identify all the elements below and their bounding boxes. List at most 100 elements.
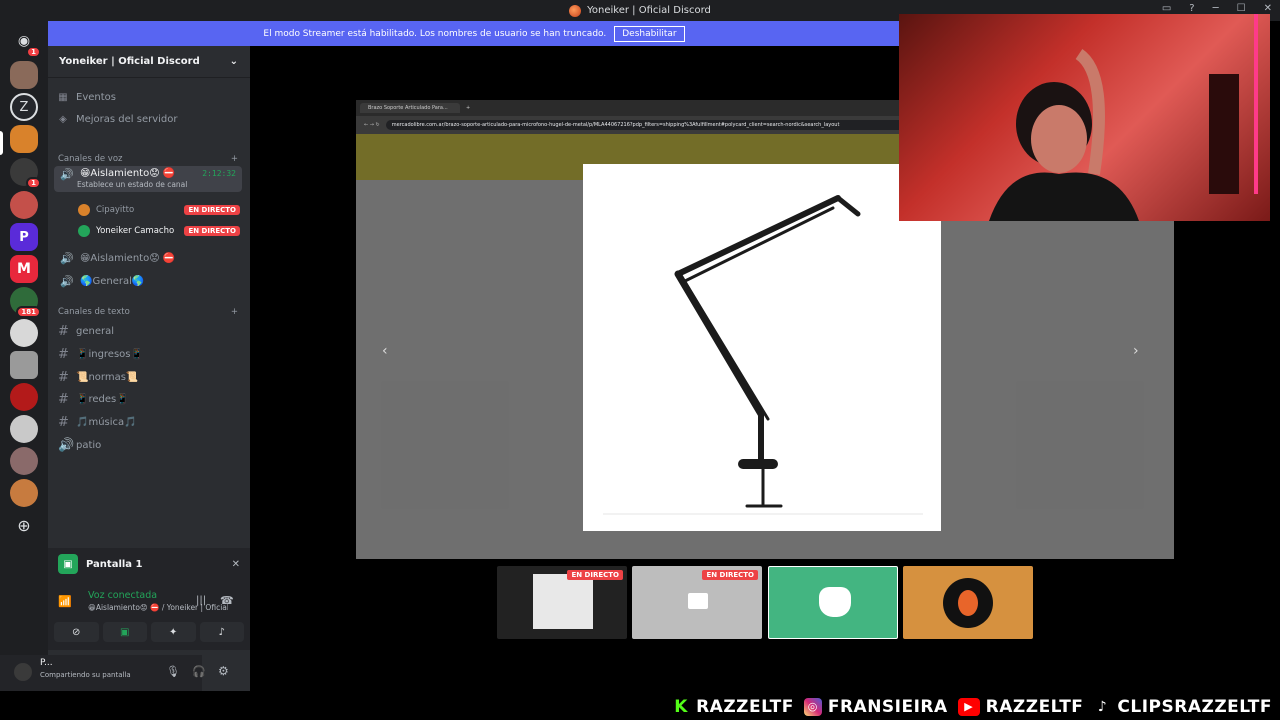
previous-arrow-icon[interactable]: ‹ xyxy=(382,343,388,359)
boost-label: Mejoras del servidor xyxy=(76,114,178,125)
minimize-icon[interactable]: ─ xyxy=(1213,3,1219,14)
hash-icon: # xyxy=(58,415,69,430)
screen-icon xyxy=(688,593,708,609)
boost-link[interactable]: ◈ Mejoras del servidor xyxy=(58,114,178,125)
server-icon[interactable]: 1 xyxy=(10,158,41,189)
server-icon-active[interactable] xyxy=(10,125,38,153)
headphones-icon[interactable]: 🎧 xyxy=(192,665,206,678)
voice-channel-active[interactable]: 🔊 😁Aislamiento😟 ⛔ Establece un estado de… xyxy=(54,166,242,192)
screen-share-icon[interactable]: ▣ xyxy=(102,622,147,642)
hash-icon: # xyxy=(58,370,69,385)
member-name: Yoneiker Camacho xyxy=(96,226,175,236)
add-server-icon[interactable]: ⊕ xyxy=(10,511,38,539)
text-channel[interactable]: # 📱redes📱 xyxy=(58,392,129,407)
maximize-icon[interactable]: ☐ xyxy=(1237,3,1246,14)
thumbnail-preview xyxy=(533,574,593,629)
new-tab-icon[interactable]: + xyxy=(466,105,470,111)
live-badge: EN DIRECTO xyxy=(567,570,623,580)
hash-icon: # xyxy=(58,347,69,362)
voice-category[interactable]: Canales de voz + xyxy=(58,154,238,164)
server-icon[interactable]: 181 xyxy=(10,287,41,318)
server-icon-z[interactable]: Z xyxy=(10,93,38,121)
server-list: ◉ 1 Z 1 P M 181 ⊕ xyxy=(0,21,48,691)
voice-member[interactable]: Yoneiker Camacho EN DIRECTO xyxy=(78,222,240,240)
nav-arrows-icon[interactable]: ← → ↻ xyxy=(364,122,380,128)
text-channel[interactable]: # 📱ingresos📱 xyxy=(58,347,143,362)
server-icon[interactable] xyxy=(10,351,38,379)
member-name: Cipayitto xyxy=(96,205,135,215)
server-icon[interactable] xyxy=(10,383,38,411)
microphone-icon[interactable]: 🎙 xyxy=(166,665,180,678)
live-badge: EN DIRECTO xyxy=(184,205,240,215)
server-icon[interactable] xyxy=(10,415,38,443)
stream-thumbnail[interactable]: EN DIRECTO xyxy=(632,566,762,639)
speaker-icon: 🔊 xyxy=(58,438,75,453)
instagram-icon: ◎ xyxy=(803,697,822,716)
social-tiktok: ♪ CLIPSRAZZELTF xyxy=(1093,697,1272,717)
voice-channel[interactable]: 🔊 🌎General🌎 xyxy=(54,272,242,290)
calendar-icon: ▦ xyxy=(58,92,68,103)
app-icon xyxy=(569,4,582,17)
camera-off-icon[interactable]: ⊘ xyxy=(54,622,99,642)
soundboard-icon[interactable]: ♪ xyxy=(199,622,244,642)
banner-message: El modo Streamer está habilitado. Los no… xyxy=(263,28,607,39)
server-icon[interactable] xyxy=(10,61,38,89)
server-header[interactable]: Yoneiker | Oficial Discord ⌄ xyxy=(48,46,250,78)
help-icon[interactable]: ? xyxy=(1189,3,1194,14)
mention-badge: 1 xyxy=(26,177,41,189)
channel-sidebar: Yoneiker | Oficial Discord ⌄ ▦ Eventos ◈ M… xyxy=(48,46,250,691)
channel-name: 📜normas📜 xyxy=(76,372,139,383)
text-category[interactable]: Canales de texto + xyxy=(58,307,238,317)
speaker-icon: 🔊 xyxy=(60,274,74,288)
noise-icon[interactable]: ||| xyxy=(196,595,206,606)
next-arrow-icon[interactable]: › xyxy=(1133,343,1139,359)
channel-name: 📱ingresos📱 xyxy=(76,349,143,360)
voice-channel[interactable]: 🔊 patio xyxy=(58,438,101,453)
stream-thumbnail[interactable]: EN DIRECTO xyxy=(497,566,627,639)
avatar[interactable] xyxy=(14,663,32,681)
user-panel: P... Compartiendo su pantalla 🎙 🎧 ⚙ xyxy=(0,655,229,691)
server-icon[interactable] xyxy=(10,479,38,507)
events-link[interactable]: ▦ Eventos xyxy=(58,92,116,103)
social-handle: FRANSIEIRA xyxy=(827,696,948,717)
server-icon[interactable] xyxy=(10,191,38,219)
live-badge: EN DIRECTO xyxy=(184,226,240,236)
events-label: Eventos xyxy=(76,92,116,103)
social-handle: CLIPSRAZZELTF xyxy=(1117,696,1272,717)
channel-status[interactable]: Establece un estado de canal xyxy=(77,180,187,189)
participant-tile[interactable] xyxy=(768,566,898,639)
inbox-icon[interactable]: ▭ xyxy=(1162,3,1171,14)
voice-category-label: Canales de voz xyxy=(58,154,123,164)
text-channel[interactable]: # 📜normas📜 xyxy=(58,370,138,385)
voice-actions: ⊘ ▣ ✦ ♪ xyxy=(54,622,244,642)
activity-icon[interactable]: ✦ xyxy=(151,622,196,642)
boost-icon: ◈ xyxy=(59,114,67,125)
discord-home-icon[interactable]: ◉ 1 xyxy=(10,27,41,58)
server-icon-m[interactable]: M xyxy=(10,255,38,283)
server-icon[interactable] xyxy=(10,319,38,347)
voice-member[interactable]: Cipayitto EN DIRECTO xyxy=(78,201,240,219)
settings-icon[interactable]: ⚙ xyxy=(218,664,229,678)
text-channel[interactable]: # 🎵música🎵 xyxy=(58,415,137,430)
voice-channel[interactable]: 🔊 😁Aislamiento😟 ⛔ xyxy=(54,249,242,267)
live-badge: EN DIRECTO xyxy=(702,570,758,580)
participant-tile[interactable] xyxy=(903,566,1033,639)
tiktok-icon: ♪ xyxy=(1097,698,1108,715)
channel-name: 😁Aislamiento😟 ⛔ xyxy=(80,252,176,264)
close-panel-icon[interactable]: ✕ xyxy=(232,559,240,570)
avatar xyxy=(78,225,90,237)
call-timer: 2:12:32 xyxy=(202,169,236,178)
voice-status[interactable]: Voz conectada xyxy=(88,590,157,601)
webcam-overlay xyxy=(899,14,1270,221)
screen-panel-title: Pantalla 1 xyxy=(86,558,143,570)
add-channel-icon[interactable]: + xyxy=(231,154,238,164)
server-icon[interactable] xyxy=(10,447,38,475)
browser-tab[interactable]: Brazo Soporte Articulado Para... xyxy=(360,103,460,113)
disable-streamer-button[interactable]: Deshabilitar xyxy=(614,25,685,42)
voice-connected-panel: 📶 Voz conectada 😁Aislamiento😟 ⛔ / Yoneik… xyxy=(48,580,250,650)
text-channel[interactable]: # general xyxy=(58,324,114,339)
close-icon[interactable]: ✕ xyxy=(1264,3,1272,14)
disconnect-icon[interactable]: ☎ xyxy=(220,594,234,607)
server-icon-p[interactable]: P xyxy=(10,223,38,251)
add-channel-icon[interactable]: + xyxy=(231,307,238,317)
